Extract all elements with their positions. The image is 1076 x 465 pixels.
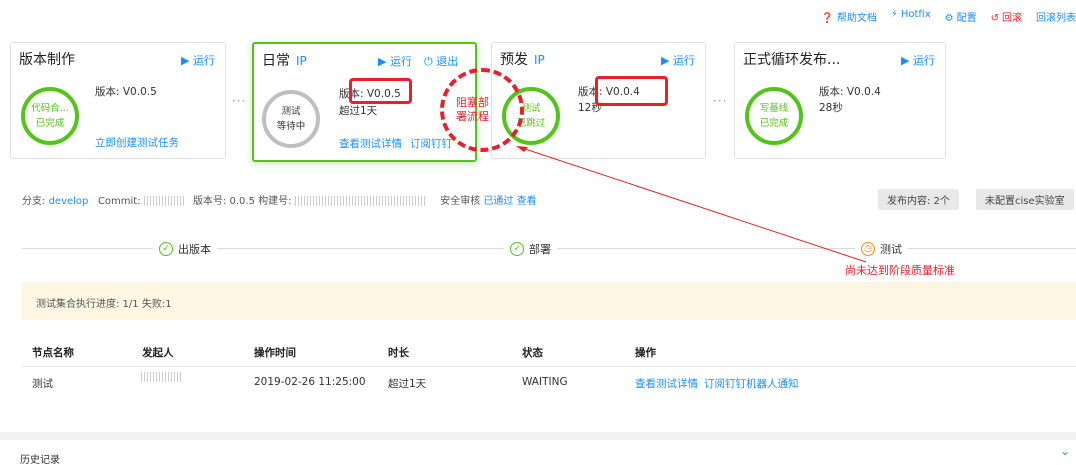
step-test: ◷ 测试 [855,241,908,257]
view-test-detail-link[interactable]: 查看测试详情 [339,136,402,151]
stage-status-ring: 写基线 已完成 [745,87,803,145]
annotation-quality-text: 尚未达到阶段质量标准 [845,264,955,277]
rollback-list-link[interactable]: 回滚列表 [1036,9,1076,24]
stage-connector: ··· [232,94,247,108]
question-circle-icon: ❓ [821,13,834,24]
stage-card-build[interactable]: 版本制作 ▶ 运行 代码合... 已完成 版本: V0.0.5 立即创建测试任务 [10,42,226,159]
config-link[interactable]: ⚙ 配置 [945,9,977,24]
build-detail-panel: 分支: develop Commit: 版本号: 0.0.5 构建号: 安全审核… [0,182,1076,432]
security-status: 已通过 [483,196,514,207]
run-button[interactable]: ▶ 运行 [378,53,412,69]
toolbar: ❓ 帮助文档 ⚡ Hotfix ⚙ 配置 ↺ 回滚 回滚列表 [821,9,1076,24]
clock-icon: ◷ [861,242,875,256]
annotation-highlight-box [595,76,668,106]
redacted-build-number [294,196,425,206]
stage-pipeline: 版本制作 ▶ 运行 代码合... 已完成 版本: V0.0.5 立即创建测试任务… [0,30,1076,182]
step-build: ✓ 出版本 [153,241,217,257]
history-section[interactable]: 历史记录 ⌄ [0,440,1076,465]
ip-link[interactable]: IP [534,53,545,67]
stage-connector: ··· [713,94,728,108]
annotation-block-text: 阻塞部 署流程 [456,96,489,123]
stage-duration: 28秒 [819,102,843,114]
run-button[interactable]: ▶ 运行 [661,52,695,68]
subscribe-dingtalk-link[interactable]: 订阅钉钉 [410,136,452,151]
step-deploy: ✓ 部署 [504,241,557,257]
stage-status-ring: 测试 等待中 [262,90,320,148]
annotation-highlight-box [349,78,412,104]
build-meta: 分支: develop Commit: 版本号: 0.0.5 构建号: 安全审核… [22,196,537,207]
redacted-commit [143,196,184,206]
lightning-icon: ⚡ [890,9,898,20]
exit-button[interactable]: ⏻ 退出 [424,53,458,69]
lab-config-button[interactable]: 未配置cise实验室 [976,189,1074,210]
ip-link[interactable]: IP [296,54,307,68]
run-button[interactable]: ▶ 运行 [901,52,935,68]
chevron-down-icon[interactable]: ⌄ [1060,444,1070,458]
subscribe-robot-link[interactable]: 订阅钉钉机器人通知 [704,376,799,391]
view-test-detail-link[interactable]: 查看测试详情 [635,376,698,391]
power-icon: ⏻ [424,55,433,68]
undo-icon: ↺ [990,13,999,24]
stage-title: 预发 IP [500,52,545,68]
help-link[interactable]: ❓ 帮助文档 [821,9,876,24]
check-circle-icon: ✓ [159,242,173,256]
publish-content-button[interactable]: 发布内容: 2个 [878,189,959,210]
redacted-initiator [141,372,181,382]
create-test-task-link[interactable]: 立即创建测试任务 [95,135,179,150]
stage-title: 日常 IP [262,53,307,69]
history-label: 历史记录 [20,455,60,465]
branch-link[interactable]: develop [49,196,89,207]
stage-title: 正式循环发布... [743,52,841,68]
stage-version: 版本: V0.0.5 [95,86,157,98]
table-divider [22,366,1076,367]
stage-duration: 超过1天 [339,105,378,117]
gear-icon: ⚙ [944,13,954,24]
hotfix-link[interactable]: ⚡ Hotfix [891,9,931,24]
stage-status-ring: 代码合... 已完成 [21,87,79,145]
stage-title: 版本制作 [19,52,75,68]
stage-version: 版本: V0.0.4 [819,86,881,98]
security-view-link[interactable]: 查看 [517,196,537,207]
run-button[interactable]: ▶ 运行 [181,52,215,68]
top-bar: ❓ 帮助文档 ⚡ Hotfix ⚙ 配置 ↺ 回滚 回滚列表 [0,0,1076,30]
check-circle-icon: ✓ [510,242,524,256]
stage-card-release[interactable]: 正式循环发布... ▶ 运行 写基线 已完成 版本: V0.0.4 28秒 [734,42,946,159]
rollback-link[interactable]: ↺ 回滚 [991,9,1022,24]
test-progress-banner: 测试集合执行进度: 1/1 失败:1 [22,282,1076,320]
